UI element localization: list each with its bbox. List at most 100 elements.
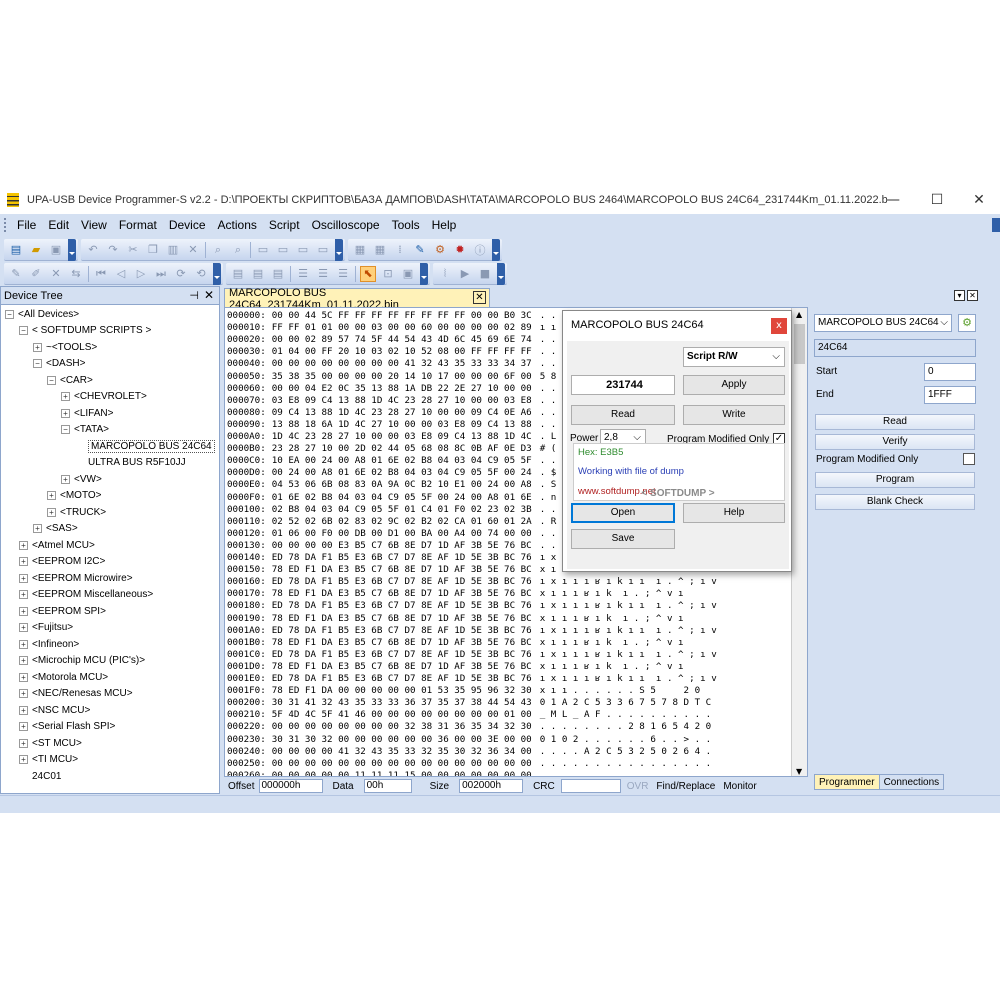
bug-icon[interactable]: ✹ <box>452 242 468 258</box>
panel-close-icon[interactable]: ✕ <box>967 290 978 301</box>
calc-icon[interactable]: ▦ <box>372 242 388 258</box>
hex-row[interactable]: 0001E0: ED 78 DA F1 B5 E3 6B C7 D7 8E AF … <box>227 673 717 685</box>
copy-icon[interactable]: ❐ <box>145 242 161 258</box>
close-button[interactable]: ✕ <box>958 186 1000 214</box>
expand-icon[interactable]: + <box>19 573 28 583</box>
hex-row[interactable]: 0001A0: ED 78 DA F1 B5 E3 6B C7 D7 8E AF … <box>227 625 717 637</box>
expand-icon[interactable]: + <box>19 590 28 599</box>
tree-node[interactable]: − <TATA> <box>61 422 109 438</box>
open-button[interactable]: Open <box>571 503 675 523</box>
mode-select[interactable]: Script R/W ⌵ <box>683 347 785 367</box>
tree-node[interactable]: + <LIFAN> <box>61 405 113 421</box>
hex-row[interactable]: 0000B0: 23 28 27 10 00 2D 02 44 05 68 08 … <box>227 443 556 455</box>
tree-node[interactable]: − <CAR> <box>47 372 93 388</box>
find-icon[interactable]: ⌕ <box>210 242 226 258</box>
compare-icon[interactable]: ▭ <box>295 242 311 258</box>
tree-node[interactable]: + <NEC/Renesas MCU> <box>19 686 133 702</box>
collapse-icon[interactable]: − <box>5 309 14 319</box>
start-input[interactable]: 0 <box>924 363 976 381</box>
toolbar-overflow-icon[interactable] <box>335 238 343 261</box>
expand-icon[interactable]: + <box>33 342 42 352</box>
tree-node[interactable]: 24C01 <box>19 768 61 784</box>
hex-row[interactable]: 000110: 02 52 02 6B 02 83 02 9C 02 B2 02 … <box>227 516 556 528</box>
tree-node[interactable]: − < SOFTDUMP SCRIPTS > <box>19 323 151 339</box>
hex-row[interactable]: 0001D0: 78 ED F1 DA E3 B5 C7 6B 8E D7 1D … <box>227 661 684 673</box>
hex-row[interactable]: 000090: 13 88 18 6A 1D 4C 27 10 00 00 03 … <box>227 419 556 431</box>
tree-node[interactable]: + <EEPROM Miscellaneous> <box>19 587 153 603</box>
tree-node[interactable]: + <Microchip MCU (PIC's)> <box>19 653 145 669</box>
tree-node[interactable]: + <EEPROM I2C> <box>19 554 105 570</box>
expand-icon[interactable]: + <box>61 392 70 401</box>
menu-view[interactable]: View <box>75 218 113 232</box>
tree-node[interactable]: − <All Devices> <box>5 306 79 322</box>
hex-scrollbar[interactable]: ▲ ▼ <box>791 308 807 776</box>
save-icon[interactable]: ▣ <box>48 242 64 258</box>
toolbar-overflow-icon[interactable] <box>213 262 221 285</box>
panel-menu-icon[interactable]: ▾ <box>954 290 965 301</box>
scroll-up-icon[interactable]: ▲ <box>796 310 802 319</box>
select-cursor-icon[interactable]: ⬉ <box>360 265 376 282</box>
monitor-link[interactable]: Monitor <box>723 781 756 792</box>
expand-icon[interactable]: + <box>19 722 28 731</box>
hex-row[interactable]: 000000: 00 00 44 5C FF FF FF FF FF FF FF … <box>227 310 567 322</box>
tree-node[interactable]: + <ST MCU> <box>19 735 82 751</box>
device-icon[interactable]: ▦ <box>352 242 368 258</box>
hex-row[interactable]: 000250: 00 00 00 00 00 00 00 00 00 00 00 … <box>227 758 711 770</box>
last-icon[interactable]: ⏭ <box>153 266 169 282</box>
write-button[interactable]: Write <box>683 405 785 425</box>
hex-row[interactable]: 0001F0: 78 ED F1 DA 00 00 00 00 00 01 53 … <box>227 685 700 697</box>
expand-icon[interactable]: + <box>19 755 28 764</box>
menu-device[interactable]: Device <box>163 218 212 232</box>
collapse-icon[interactable]: − <box>61 425 70 434</box>
hex-row[interactable]: 000200: 30 31 41 32 43 35 33 33 36 37 35 … <box>227 697 711 709</box>
sync-icon[interactable]: ⟲ <box>193 266 209 282</box>
expand-icon[interactable]: + <box>19 656 28 665</box>
replace-icon[interactable]: ⌕ <box>230 242 246 258</box>
menu-help[interactable]: Help <box>426 218 463 232</box>
tab-connections[interactable]: Connections <box>879 774 945 790</box>
brush-icon[interactable]: ✐ <box>28 266 44 282</box>
toolbar-overflow-icon[interactable] <box>68 238 76 261</box>
menu-oscilloscope[interactable]: Oscilloscope <box>306 218 386 232</box>
tree-node[interactable]: + <CHEVROLET> <box>61 389 147 405</box>
pen-icon[interactable]: ✎ <box>8 266 24 282</box>
menu-file[interactable]: File <box>11 218 42 232</box>
dialog-close-button[interactable]: x <box>771 318 787 334</box>
tree-node[interactable]: + <Infineon> <box>19 636 79 652</box>
new-file-icon[interactable]: ▤ <box>8 242 24 258</box>
hex-row[interactable]: 000060: 00 00 04 E2 0C 35 13 88 1A DB 22 … <box>227 383 556 395</box>
hex-row[interactable]: 000050: 35 38 35 00 00 00 00 20 14 10 17 … <box>227 371 567 383</box>
undo-icon[interactable]: ↶ <box>85 242 101 258</box>
expand-icon[interactable]: + <box>19 689 28 698</box>
align-center-icon[interactable]: ☰ <box>315 266 331 282</box>
blank-check-button[interactable]: Blank Check <box>815 494 975 510</box>
pin-icon[interactable]: ⊣ <box>189 289 199 302</box>
expand-icon[interactable]: + <box>19 606 28 616</box>
expand-icon[interactable]: + <box>33 524 42 533</box>
menu-script[interactable]: Script <box>263 218 306 232</box>
expand-icon[interactable]: + <box>61 408 70 418</box>
expand-icon[interactable]: + <box>19 540 28 550</box>
help-button[interactable]: Help <box>683 503 785 523</box>
tab-programmer[interactable]: Programmer <box>814 774 880 790</box>
redo-icon[interactable]: ↷ <box>105 242 121 258</box>
tree-node[interactable]: + <Motorola MCU> <box>19 669 108 685</box>
info-icon[interactable]: ⓘ <box>472 242 488 258</box>
hex-row[interactable]: 000020: 00 00 02 89 57 74 5F 44 54 43 4D … <box>227 334 556 346</box>
scroll-down-icon[interactable]: ▼ <box>796 767 802 776</box>
hex-row[interactable]: 000260: 00 00 00 00 00 11 11 11 15 00 00 … <box>227 770 711 776</box>
view-text-icon[interactable]: ▤ <box>250 266 266 282</box>
tree-node[interactable]: + <MOTO> <box>47 488 102 504</box>
menu-actions[interactable]: Actions <box>212 218 263 232</box>
mileage-input[interactable]: 231744 <box>571 375 675 395</box>
scroll-thumb[interactable] <box>794 324 805 364</box>
hex-row[interactable]: 0000A0: 1D 4C 23 28 27 10 00 00 03 E8 09 … <box>227 431 556 443</box>
tree-node[interactable]: MARCOPOLO BUS 24C64 <box>75 438 215 454</box>
checksum-icon[interactable]: ▭ <box>315 242 331 258</box>
grid-icon[interactable]: ⁞ <box>392 242 408 258</box>
bookmark-icon[interactable]: ▭ <box>255 242 271 258</box>
menu-tools[interactable]: Tools <box>386 218 426 232</box>
hex-row[interactable]: 0000E0: 04 53 06 6B 08 83 0A 9A 0C B2 10 … <box>227 479 556 491</box>
hex-row[interactable]: 000030: 01 04 00 FF 20 10 03 02 10 52 08 … <box>227 346 556 358</box>
refresh-icon[interactable]: ⟳ <box>173 266 189 282</box>
